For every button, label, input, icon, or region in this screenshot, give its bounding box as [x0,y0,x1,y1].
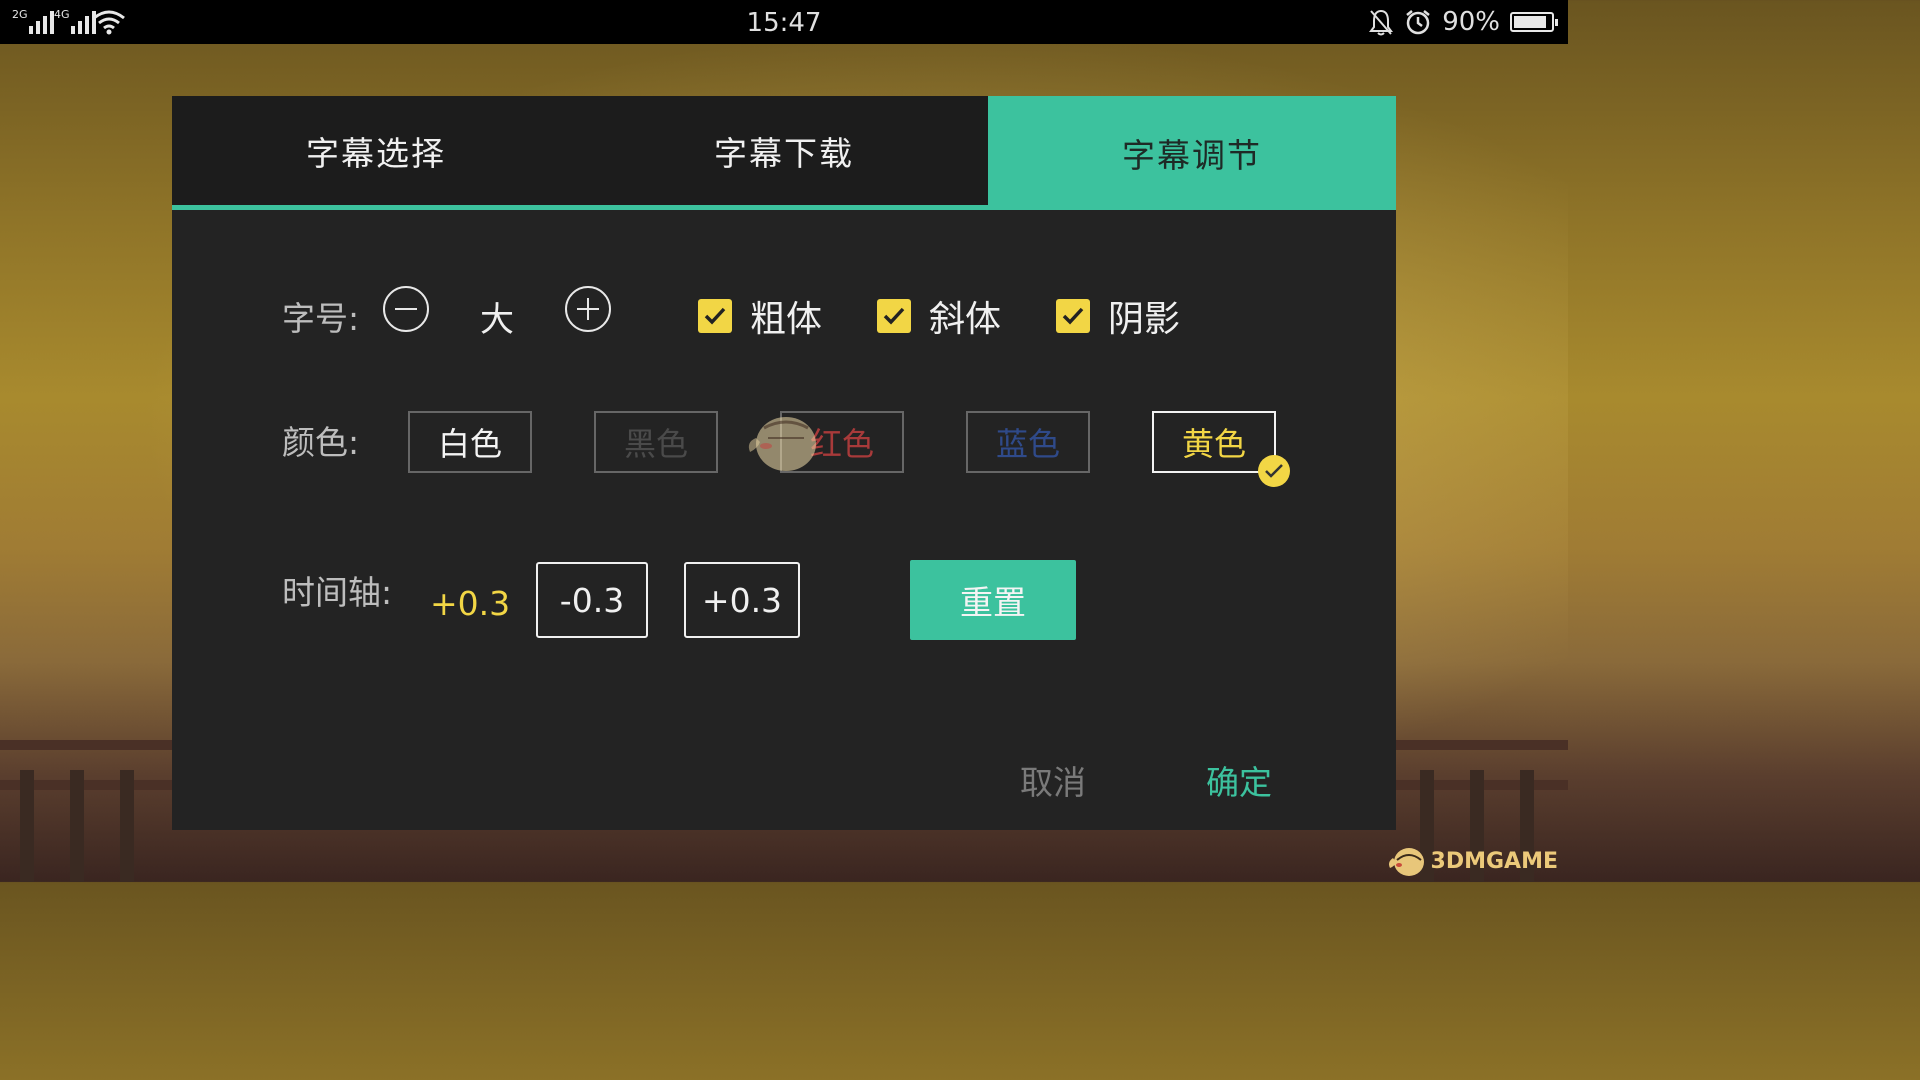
color-option-label: 白色 [437,425,502,463]
tab-subtitle-download[interactable]: 字幕下载 [580,96,988,206]
watermark-mascot-icon [748,417,816,471]
checkbox-checked-icon [698,299,732,333]
selected-check-icon [1258,455,1290,487]
color-option-blue[interactable]: 蓝色 [966,411,1090,473]
checkbox-checked-icon [1056,299,1090,333]
battery-percent: 90% [1442,7,1500,37]
reset-button[interactable]: 重置 [910,560,1076,640]
timeline-minus-button[interactable]: -0.3 [536,562,648,638]
battery-icon [1510,12,1558,32]
font-size-decrease-button[interactable] [383,286,429,332]
tab-bar: 字幕选择 字幕下载 字幕调节 [172,96,1396,210]
color-option-label: 黑色 [623,425,688,463]
tab-underline [172,205,988,210]
color-option-white[interactable]: 白色 [408,411,532,473]
bold-label: 粗体 [750,299,823,340]
shadow-checkbox[interactable]: 阴影 [1056,290,1180,342]
color-option-label: 黄色 [1181,425,1246,463]
cancel-button[interactable]: 取消 [1020,756,1086,804]
timeline-offset-value: +0.3 [430,584,511,623]
bold-checkbox[interactable]: 粗体 [698,290,822,342]
color-label: 颜色: [282,423,360,462]
tab-subtitle-select[interactable]: 字幕选择 [172,96,580,206]
watermark-brand-text: 3DMGAME [1430,848,1558,874]
italic-checkbox[interactable]: 斜体 [877,290,1001,342]
confirm-button[interactable]: 确定 [1206,756,1272,804]
color-option-label: 蓝色 [995,425,1060,463]
minus-icon [395,308,417,310]
timeline-plus-button[interactable]: +0.3 [684,562,800,638]
checkbox-checked-icon [877,299,911,333]
timeline-label: 时间轴: [282,573,393,612]
watermark-brand: 3DMGAME [1387,844,1558,878]
font-size-increase-button[interactable] [565,286,611,332]
status-time: 15:47 [746,8,822,38]
bell-off-icon [1369,9,1394,36]
alarm-icon [1406,10,1430,35]
watermark-logo-icon [1388,848,1424,876]
status-bar: 2G 4G 15:47 90% [0,0,1568,44]
font-size-label: 字号: [282,299,360,338]
tab-subtitle-adjust[interactable]: 字幕调节 [988,96,1396,210]
plus-icon-v [587,298,589,320]
font-size-value: 大 [480,300,514,340]
color-option-yellow[interactable]: 黄色 [1152,411,1290,487]
color-option-black[interactable]: 黑色 [594,411,718,473]
italic-label: 斜体 [929,299,1002,340]
shadow-label: 阴影 [1108,299,1181,340]
